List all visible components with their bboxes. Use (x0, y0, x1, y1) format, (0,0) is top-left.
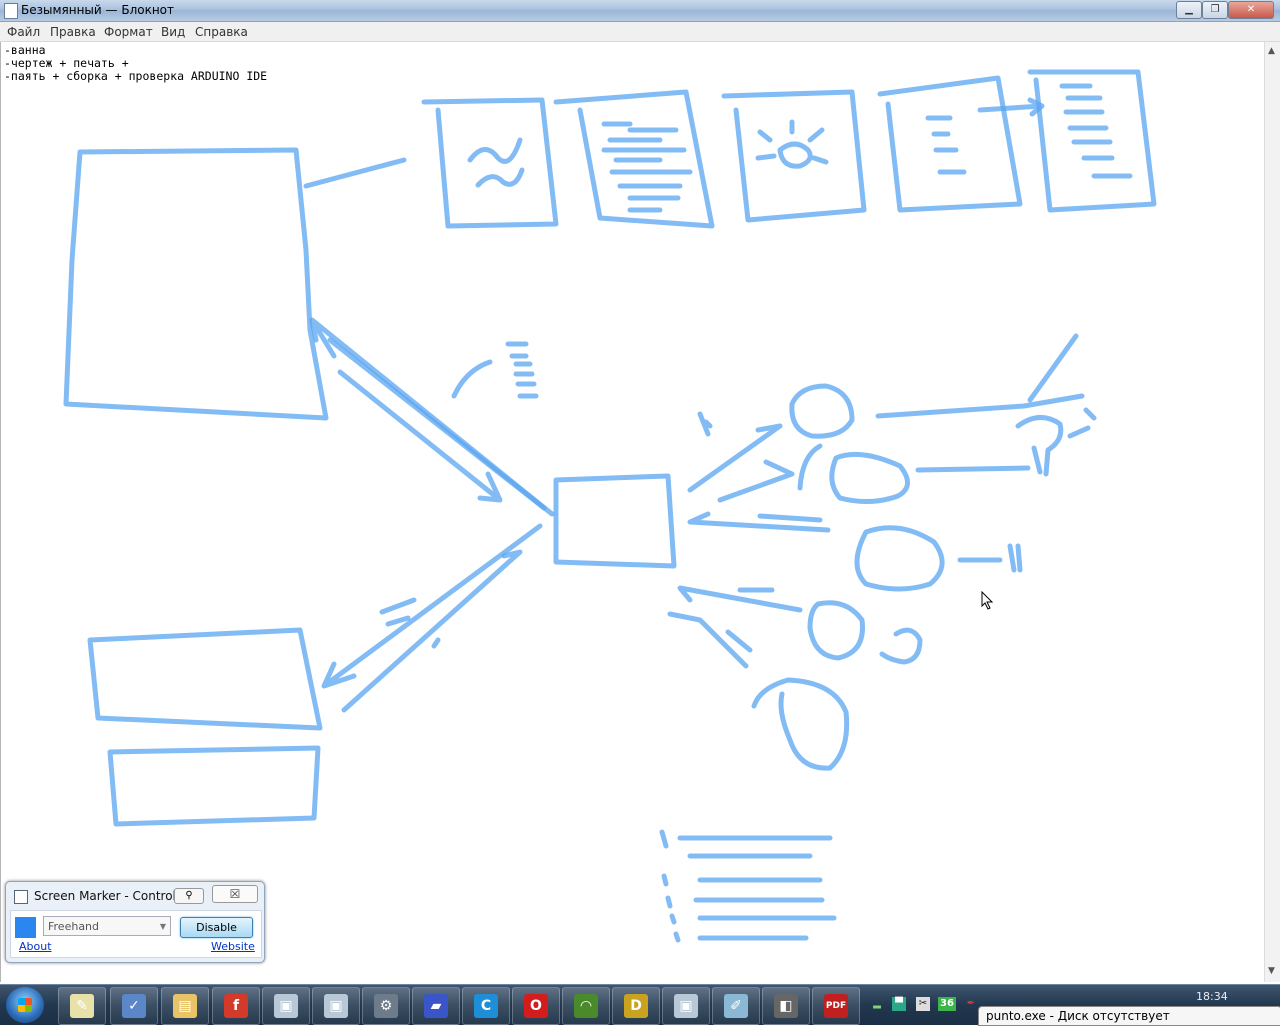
menu-edit[interactable]: Правка (50, 25, 96, 39)
notification-balloon[interactable]: punto.exe - Диск отсутствует (978, 1006, 1280, 1026)
taskbar-button-window-b[interactable]: ▣ (312, 987, 360, 1025)
taskbar-button-floppy[interactable]: ▰ (412, 987, 460, 1025)
taskbar-button-paint-task[interactable]: ✓ (110, 987, 158, 1025)
menu-file[interactable]: Файл (7, 25, 40, 39)
disable-button[interactable]: Disable (180, 917, 253, 938)
flash-icon: f (224, 994, 248, 1018)
taskbar-button-cameo[interactable]: ◧ (762, 987, 810, 1025)
taskbar-button-wifi[interactable]: ◠ (562, 987, 610, 1025)
notification-text: punto.exe - Диск отсутствует (986, 1009, 1170, 1023)
maximize-button[interactable]: ❐ (1202, 1, 1228, 19)
taskbar-button-pdf[interactable]: PDF (812, 987, 860, 1025)
pen-tray-icon[interactable]: ✒ (964, 997, 978, 1011)
network-icon[interactable]: ▀ (892, 997, 906, 1011)
menu-help[interactable]: Справка (195, 25, 248, 39)
tool-select-value: Freehand (48, 920, 100, 933)
title-bar: Безымянный — Блокнот ▁ ❐ ✕ (0, 0, 1280, 22)
explorer-icon: ▤ (173, 994, 197, 1018)
taskbar-button-explorer[interactable]: ▤ (161, 987, 209, 1025)
vertical-scrollbar[interactable]: ▲ ▼ (1264, 42, 1280, 982)
taskbar-button-tool[interactable]: ⚙ (362, 987, 410, 1025)
taskbar-button-window-a[interactable]: ▣ (262, 987, 310, 1025)
taskbar-button-opera[interactable]: O (512, 987, 560, 1025)
website-link[interactable]: Website (211, 940, 255, 953)
taskbar-button-window-c[interactable]: ▣ (662, 987, 710, 1025)
notepad-icon (4, 3, 18, 19)
notepad-icon: ✎ (70, 994, 94, 1018)
mouse-cursor-icon (981, 591, 994, 610)
signal-icon[interactable]: ▂ (870, 997, 884, 1011)
wifi-icon: ◠ (574, 994, 598, 1018)
editor-line: -паять + сборка + проверка ARDUINO IDE (4, 69, 268, 83)
window-title: Безымянный — Блокнот (21, 3, 175, 17)
pen-icon: ✐ (724, 994, 748, 1018)
taskbar-button-d64[interactable]: D (612, 987, 660, 1025)
screen-marker-titlebar[interactable]: Screen Marker - Controls ⚲ ☒ (6, 882, 264, 910)
windows-logo-icon (18, 998, 32, 1012)
floppy-icon: ▰ (424, 994, 448, 1018)
chevron-down-icon[interactable]: ▼ (160, 917, 166, 937)
about-link[interactable]: About (19, 940, 52, 953)
text-editor[interactable]: -ванна -чертеж + печать + -паять + сборк… (0, 42, 1265, 982)
screen-marker-close-button[interactable]: ☒ (212, 885, 258, 903)
paint-task-icon: ✓ (122, 994, 146, 1018)
tray-counter[interactable]: 36 (938, 997, 956, 1011)
close-button[interactable]: ✕ (1228, 1, 1274, 19)
pdf-icon: PDF (824, 994, 848, 1018)
start-button[interactable] (6, 987, 44, 1023)
menu-format[interactable]: Формат (104, 25, 153, 39)
d64-icon: D (624, 994, 648, 1018)
taskbar-button-flash[interactable]: f (212, 987, 260, 1025)
window-a-icon: ▣ (274, 994, 298, 1018)
editor-line: -чертеж + печать + (4, 56, 129, 70)
color-swatch[interactable] (15, 917, 36, 938)
tool-icon: ⚙ (374, 994, 398, 1018)
editor-line: -ванна (4, 43, 46, 57)
taskbar-button-pen[interactable]: ✐ (712, 987, 760, 1025)
tool-select[interactable]: Freehand ▼ (43, 916, 171, 936)
ccleaner-icon: C (474, 994, 498, 1018)
cameo-icon: ◧ (774, 994, 798, 1018)
opera-icon: O (524, 994, 548, 1018)
screen-marker-icon (14, 890, 28, 904)
taskbar-button-ccleaner[interactable]: C (462, 987, 510, 1025)
tool-tray-icon[interactable]: ✂ (916, 997, 930, 1011)
minimize-button[interactable]: ▁ (1176, 1, 1202, 19)
window-b-icon: ▣ (324, 994, 348, 1018)
screen-marker-title: Screen Marker - Controls (34, 889, 183, 903)
pin-icon[interactable]: ⚲ (174, 888, 204, 904)
clock[interactable]: 18:34 (1196, 990, 1228, 1003)
taskbar-button-notepad[interactable]: ✎ (58, 987, 106, 1025)
screen-marker-window: Screen Marker - Controls ⚲ ☒ Freehand ▼ … (5, 881, 265, 963)
scroll-up-icon[interactable]: ▲ (1268, 46, 1275, 56)
window-c-icon: ▣ (674, 994, 698, 1018)
scroll-down-icon[interactable]: ▼ (1268, 966, 1275, 976)
menu-bar: Файл Правка Формат Вид Справка (0, 22, 1280, 42)
menu-view[interactable]: Вид (161, 25, 185, 39)
